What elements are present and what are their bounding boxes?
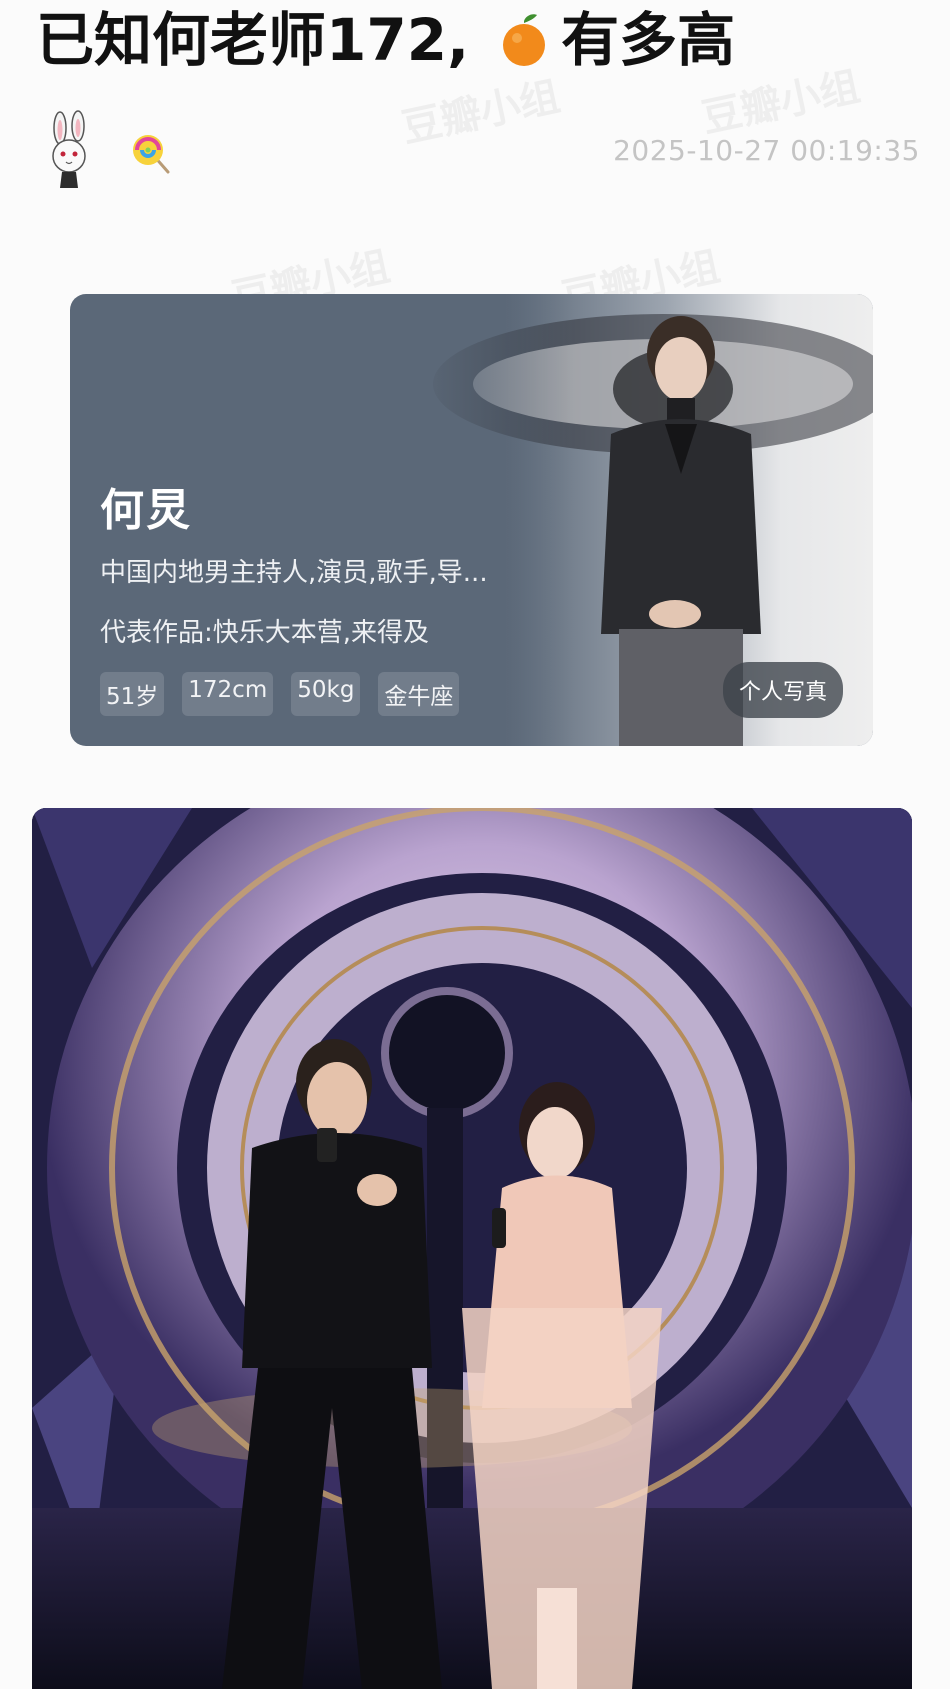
tag-zodiac: 金牛座 xyxy=(378,672,460,716)
author-row: 2025-10-27 00:19:35 xyxy=(40,110,920,190)
celebrity-description: 中国内地男主持人,演员,歌手,导... xyxy=(100,558,488,588)
celebrity-tags: 51岁 172cm 50kg 金牛座 xyxy=(100,672,460,716)
stage-photo[interactable] xyxy=(32,808,912,1689)
bunny-avatar-icon[interactable] xyxy=(40,110,100,190)
tag-age: 51岁 xyxy=(100,672,165,716)
tag-weight: 50kg xyxy=(291,672,361,716)
orange-icon xyxy=(503,14,546,66)
lollipop-icon xyxy=(133,135,170,174)
tag-height: 172cm xyxy=(182,672,274,716)
post-title-text-2: 有多高 xyxy=(561,6,736,74)
celebrity-name: 何炅 xyxy=(100,485,192,536)
celebrity-info-card[interactable]: 何炅 中国内地男主持人,演员,歌手,导... 代表作品:快乐大本营,来得及 51… xyxy=(70,294,873,746)
post-title-text-1: 已知何老师172, xyxy=(36,6,470,74)
celebrity-works: 代表作品:快乐大本营,来得及 xyxy=(100,618,430,648)
post-timestamp: 2025-10-27 00:19:35 xyxy=(613,134,920,167)
personal-photos-button[interactable]: 个人写真 xyxy=(722,662,843,718)
post-title: 已知何老师172, 有多高 xyxy=(36,0,735,80)
